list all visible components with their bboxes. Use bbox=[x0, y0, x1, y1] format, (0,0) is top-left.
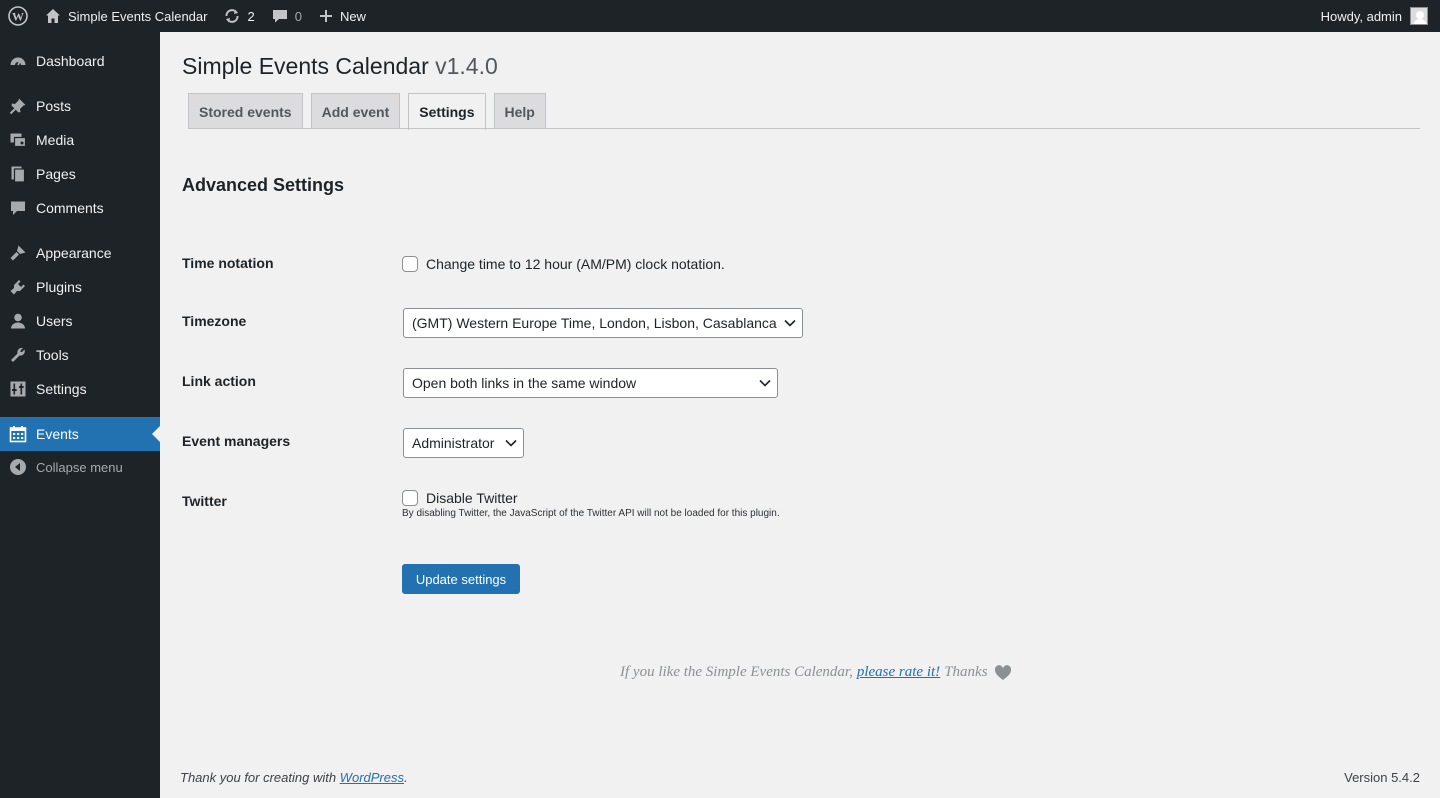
sidebar-item-label: Dashboard bbox=[36, 53, 105, 69]
sidebar-item-appearance[interactable]: Appearance bbox=[0, 236, 160, 270]
avatar bbox=[1410, 7, 1428, 25]
footer-thanks: Thank you for creating with WordPress. bbox=[180, 770, 408, 785]
tab-stored-events[interactable]: Stored events bbox=[188, 93, 303, 129]
comment-icon bbox=[9, 199, 27, 217]
sidebar-item-users[interactable]: Users bbox=[0, 304, 160, 338]
sidebar-item-label: Pages bbox=[36, 166, 76, 182]
sidebar-item-label: Posts bbox=[36, 98, 72, 114]
comment-bubble-icon bbox=[272, 10, 287, 23]
twitter-label: Twitter bbox=[182, 493, 227, 509]
chevron-down-icon bbox=[753, 379, 777, 387]
footer-thanks-text: Thank you for creating with bbox=[180, 770, 337, 785]
heart-icon bbox=[994, 664, 1012, 681]
collapse-menu-button[interactable]: Collapse menu bbox=[0, 450, 160, 484]
update-settings-button[interactable]: Update settings bbox=[402, 564, 520, 594]
updates-link[interactable]: 2 bbox=[215, 0, 262, 32]
new-label: New bbox=[339, 8, 366, 24]
sidebar-item-label: Media bbox=[36, 132, 75, 148]
pushpin-icon bbox=[9, 97, 27, 115]
chevron-down-icon bbox=[778, 319, 802, 327]
sidebar-item-dashboard[interactable]: Dashboard bbox=[0, 44, 160, 78]
rate-suffix: Thanks bbox=[944, 664, 988, 680]
rate-plugin-link[interactable]: please rate it! bbox=[857, 664, 940, 681]
event-managers-select[interactable]: Administrator bbox=[403, 428, 524, 458]
footer-thanks-suffix: . bbox=[404, 770, 408, 785]
calendar-icon bbox=[9, 425, 27, 443]
comments-count: 0 bbox=[294, 8, 302, 24]
admin-bar: W Simple Events Calendar 2 0 New Howdy, … bbox=[0, 0, 1440, 32]
sidebar-item-comments[interactable]: Comments bbox=[0, 191, 160, 225]
sidebar-item-plugins[interactable]: Plugins bbox=[0, 270, 160, 304]
sidebar-item-posts[interactable]: Posts bbox=[0, 89, 160, 123]
tabs-divider bbox=[188, 128, 1420, 129]
wordpress-logo-button[interactable]: W bbox=[0, 0, 36, 32]
comments-link[interactable]: 0 bbox=[263, 0, 310, 32]
sidebar-item-pages[interactable]: Pages bbox=[0, 157, 160, 191]
time-notation-checkbox-label[interactable]: Change time to 12 hour (AM/PM) clock not… bbox=[426, 256, 725, 272]
sidebar-item-label: Users bbox=[36, 313, 73, 329]
user-icon bbox=[9, 312, 27, 330]
event-managers-value: Administrator bbox=[412, 435, 495, 451]
sidebar-item-settings[interactable]: Settings bbox=[0, 372, 160, 406]
rate-prefix: If you like the Simple Events Calendar, bbox=[620, 664, 853, 680]
sliders-icon bbox=[9, 380, 27, 398]
plus-icon bbox=[319, 10, 332, 22]
account-menu[interactable]: Howdy, admin bbox=[1321, 7, 1440, 25]
site-name: Simple Events Calendar bbox=[68, 8, 208, 24]
pages-icon bbox=[9, 165, 27, 183]
media-icon bbox=[9, 131, 27, 149]
collapse-icon bbox=[9, 458, 27, 476]
wordpress-logo-icon: W bbox=[8, 6, 28, 26]
sidebar-item-label: Tools bbox=[36, 347, 69, 363]
twitter-description: By disabling Twitter, the JavaScript of … bbox=[402, 508, 780, 519]
plugin-version: v1.4.0 bbox=[435, 53, 498, 79]
rate-plugin-message: If you like the Simple Events Calendar, … bbox=[620, 664, 1012, 681]
disable-twitter-checkbox-label[interactable]: Disable Twitter bbox=[426, 490, 518, 506]
sidebar-item-label: Settings bbox=[36, 381, 87, 397]
svg-text:W: W bbox=[12, 10, 24, 24]
home-icon bbox=[46, 9, 60, 23]
time-notation-label: Time notation bbox=[182, 255, 274, 271]
footer-version: Version 5.4.2 bbox=[1344, 770, 1420, 785]
site-name-link[interactable]: Simple Events Calendar bbox=[36, 0, 215, 32]
sidebar-item-events[interactable]: Events bbox=[0, 417, 160, 451]
wordpress-link[interactable]: WordPress bbox=[340, 770, 404, 785]
link-action-label: Link action bbox=[182, 373, 256, 389]
greeting: Howdy, admin bbox=[1320, 8, 1402, 24]
page-title-text: Simple Events Calendar bbox=[182, 53, 429, 79]
dashboard-icon bbox=[9, 52, 27, 70]
admin-sidebar: Dashboard Posts Media Pages Comments App… bbox=[0, 32, 160, 798]
sidebar-item-media[interactable]: Media bbox=[0, 123, 160, 157]
timezone-select[interactable]: (GMT) Western Europe Time, London, Lisbo… bbox=[403, 308, 803, 338]
event-managers-label: Event managers bbox=[182, 433, 291, 449]
tab-add-event[interactable]: Add event bbox=[310, 93, 401, 129]
refresh-icon bbox=[225, 9, 239, 23]
sidebar-item-tools[interactable]: Tools bbox=[0, 338, 160, 372]
disable-twitter-checkbox[interactable] bbox=[402, 490, 418, 506]
timezone-value: (GMT) Western Europe Time, London, Lisbo… bbox=[412, 315, 777, 331]
updates-count: 2 bbox=[247, 8, 255, 24]
nav-tabs: Stored events Add event Settings Help bbox=[188, 93, 546, 130]
tab-settings[interactable]: Settings bbox=[408, 93, 486, 130]
chevron-down-icon bbox=[499, 439, 523, 447]
paintbrush-icon bbox=[9, 244, 27, 262]
page-title: Simple Events Calendar v1.4.0 bbox=[182, 53, 498, 80]
link-action-value: Open both links in the same window bbox=[412, 375, 637, 391]
sidebar-item-label: Plugins bbox=[36, 279, 82, 295]
sidebar-item-label: Appearance bbox=[36, 245, 112, 261]
sidebar-item-label: Events bbox=[36, 426, 79, 442]
section-title: Advanced Settings bbox=[182, 175, 345, 195]
sidebar-item-label: Comments bbox=[36, 200, 104, 216]
time-notation-checkbox[interactable] bbox=[402, 256, 418, 272]
plugin-icon bbox=[9, 278, 27, 296]
new-content-link[interactable]: New bbox=[310, 0, 374, 32]
link-action-select[interactable]: Open both links in the same window bbox=[403, 368, 778, 398]
sidebar-item-label: Collapse menu bbox=[36, 459, 123, 475]
wrench-icon bbox=[9, 346, 27, 364]
tab-help[interactable]: Help bbox=[493, 93, 546, 129]
timezone-label: Timezone bbox=[182, 313, 247, 329]
